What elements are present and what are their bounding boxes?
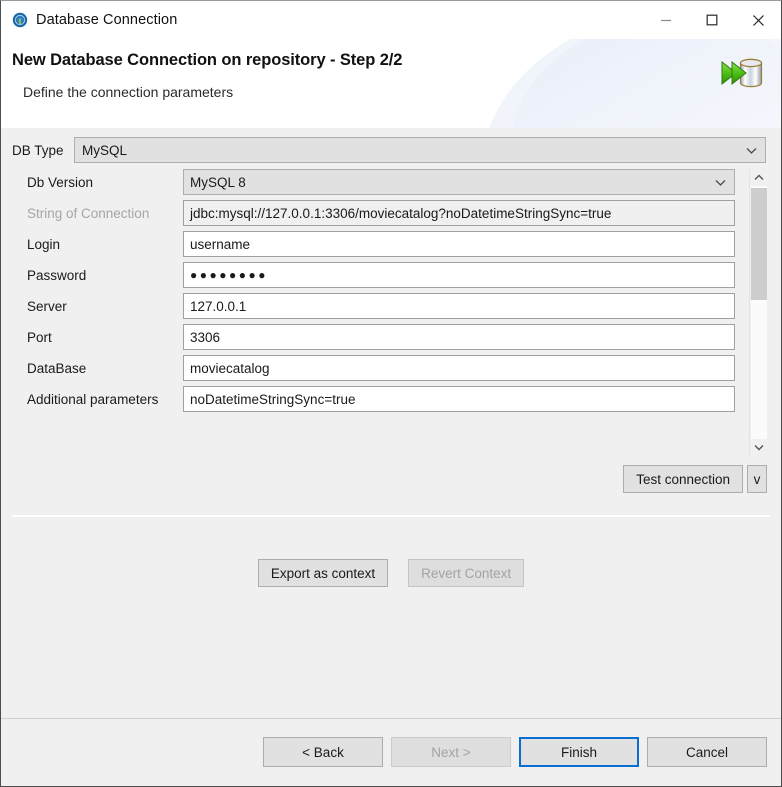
server-input[interactable]: 127.0.0.1: [183, 293, 735, 319]
wizard-title: New Database Connection on repository - …: [12, 51, 403, 69]
back-button[interactable]: < Back: [263, 737, 383, 767]
wizard-buttons: < Back Next > Finish Cancel: [263, 737, 767, 767]
talend-circle-icon: t: [12, 12, 28, 28]
string-of-connection-value: jdbc:mysql://127.0.0.1:3306/moviecatalog…: [190, 205, 612, 221]
window-title: Database Connection: [36, 12, 178, 28]
db-type-value: MySQL: [82, 142, 128, 158]
string-of-connection-input: jdbc:mysql://127.0.0.1:3306/moviecatalog…: [183, 200, 735, 226]
db-version-label: Db Version: [27, 174, 94, 190]
form-row-string-of-connection: String of Connection jdbc:mysql://127.0.…: [1, 200, 781, 226]
svg-text:t: t: [19, 16, 22, 26]
cancel-button[interactable]: Cancel: [647, 737, 767, 767]
test-connection-dropdown-button[interactable]: v: [747, 465, 767, 493]
finish-button[interactable]: Finish: [519, 737, 639, 767]
section-divider: [12, 515, 770, 517]
wizard-header: New Database Connection on repository - …: [1, 39, 781, 128]
db-type-row: DB Type MySQL: [1, 136, 781, 164]
server-value: 127.0.0.1: [190, 298, 247, 314]
port-value: 3306: [190, 329, 221, 345]
connection-parameters-form: Db Version MySQL 8 String of Connection …: [1, 169, 781, 456]
form-row-password: Password ●●●●●●●●: [1, 262, 781, 288]
database-input[interactable]: moviecatalog: [183, 355, 735, 381]
scrollbar-thumb[interactable]: [751, 188, 767, 300]
form-row-additional-parameters: Additional parameters noDatetimeStringSy…: [1, 386, 781, 412]
test-connection-button[interactable]: Test connection: [623, 465, 743, 493]
password-value: ●●●●●●●●: [190, 268, 268, 282]
password-input[interactable]: ●●●●●●●●: [183, 262, 735, 288]
db-type-select[interactable]: MySQL: [74, 137, 766, 163]
db-version-select[interactable]: MySQL 8: [183, 169, 735, 195]
form-row-server: Server 127.0.0.1: [1, 293, 781, 319]
chevron-down-icon: [746, 143, 757, 158]
server-label: Server: [27, 298, 67, 314]
test-connection-row: Test connection v: [623, 465, 767, 493]
form-row-db-version: Db Version MySQL 8: [1, 169, 781, 195]
login-label: Login: [27, 236, 61, 252]
port-input[interactable]: 3306: [183, 324, 735, 350]
export-as-context-button[interactable]: Export as context: [257, 559, 389, 587]
database-value: moviecatalog: [190, 360, 270, 376]
wizard-subtitle: Define the connection parameters: [23, 84, 234, 100]
password-label: Password: [27, 267, 87, 283]
dialog-body: DB Type MySQL Db Version MySQL 8 String …: [1, 128, 781, 771]
context-actions-row: Export as context Revert Context: [1, 559, 781, 587]
form-row-login: Login username: [1, 231, 781, 257]
db-version-value: MySQL 8: [190, 174, 246, 190]
port-label: Port: [27, 329, 52, 345]
next-button: Next >: [391, 737, 511, 767]
revert-context-button: Revert Context: [408, 559, 525, 587]
dialog-footer: < Back Next > Finish Cancel: [1, 719, 781, 786]
additional-parameters-label: Additional parameters: [27, 391, 159, 407]
db-type-label: DB Type: [12, 142, 64, 158]
login-input[interactable]: username: [183, 231, 735, 257]
string-of-connection-label: String of Connection: [27, 205, 150, 221]
scrollbar-up-arrow[interactable]: [750, 169, 767, 186]
database-label: DataBase: [27, 360, 87, 376]
database-import-icon: [720, 53, 764, 93]
scrollbar-down-arrow[interactable]: [750, 439, 767, 456]
form-row-port: Port 3306: [1, 324, 781, 350]
database-connection-dialog: t Database Connection New Database Conne…: [0, 0, 782, 787]
maximize-icon[interactable]: [689, 1, 735, 39]
login-value: username: [190, 236, 251, 252]
close-icon[interactable]: [735, 1, 781, 39]
form-row-database: DataBase moviecatalog: [1, 355, 781, 381]
form-scrollbar[interactable]: [749, 169, 767, 456]
additional-parameters-input[interactable]: noDatetimeStringSync=true: [183, 386, 735, 412]
minimize-icon[interactable]: [643, 1, 689, 39]
chevron-down-icon: [715, 175, 726, 190]
title-bar: t Database Connection: [1, 1, 781, 39]
window-controls: [643, 1, 781, 39]
additional-parameters-value: noDatetimeStringSync=true: [190, 391, 356, 407]
